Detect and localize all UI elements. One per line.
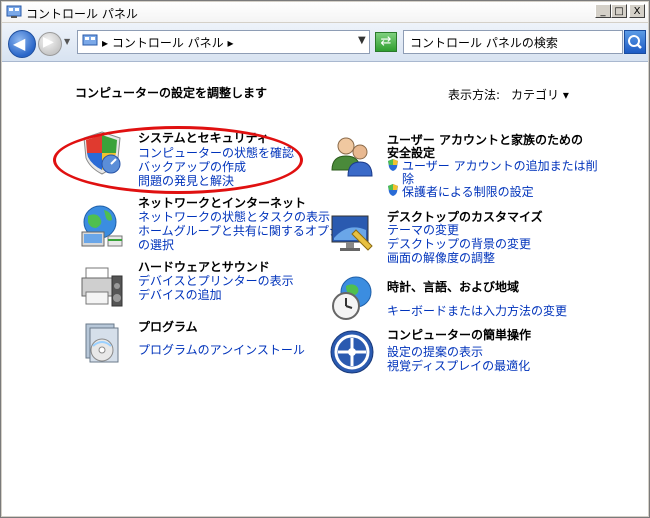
link-parental-controls[interactable]: 保護者による制限の設定: [402, 183, 534, 200]
minimize-button[interactable]: _: [595, 4, 611, 18]
search-placeholder: コントロール パネルの検索: [410, 36, 558, 50]
refresh-button[interactable]: ⇄: [375, 32, 397, 52]
desktop-customize-icon: [331, 215, 373, 251]
category-title-programs[interactable]: プログラム: [138, 318, 198, 335]
back-button[interactable]: ◀: [8, 30, 36, 58]
uac-shield-icon: [388, 184, 398, 196]
category-title-clock[interactable]: 時計、言語、および地域: [387, 278, 519, 295]
programs-icon: [85, 323, 119, 363]
category-title-ease-of-access[interactable]: コンピューターの簡単操作: [387, 326, 531, 343]
search-button[interactable]: [624, 30, 646, 54]
link-uninstall[interactable]: プログラムのアンインストール: [138, 341, 305, 358]
link-add-device[interactable]: デバイスの追加: [138, 286, 222, 303]
address-dropdown-icon[interactable]: ▼: [358, 35, 366, 46]
navigation-bar: ◀ ▶ ▼ ▸ コントロール パネル ▸ ▼ ⇄ コントロール パネルの検索: [2, 23, 648, 62]
maximize-button[interactable]: □: [611, 4, 627, 18]
window-title: コントロール パネル: [26, 7, 138, 21]
title-bar[interactable]: コントロール パネル _ □ X: [2, 2, 648, 22]
search-input[interactable]: コントロール パネルの検索: [403, 30, 623, 54]
link-optimize-display[interactable]: 視覚ディスプレイの最適化: [387, 357, 530, 374]
history-dropdown-icon[interactable]: ▼: [64, 37, 70, 46]
forward-arrow-icon: ▶: [43, 34, 54, 50]
printer-icon: [81, 267, 123, 307]
uac-shield-icon: [388, 159, 398, 171]
control-panel-icon: [6, 5, 22, 18]
network-globe-icon: [81, 205, 123, 247]
users-icon: [331, 137, 373, 177]
close-button[interactable]: X: [629, 4, 645, 18]
search-icon: [628, 35, 642, 49]
control-panel-window: コントロール パネル _ □ X ◀ ▶ ▼ ▸ コントロール パネル ▸ ▼ …: [0, 0, 650, 518]
link-homegroup-cont[interactable]: の選択: [138, 236, 174, 253]
view-by-label: 表示方法:: [448, 88, 501, 102]
link-add-remove-accounts[interactable]: ユーザー アカウントの追加または削: [402, 157, 598, 174]
clock-globe-icon: [332, 276, 372, 320]
control-panel-icon: [82, 34, 98, 46]
content-pane: コンピューターの設定を調整します 表示方法: カテゴリ ▾ システムとセキュリテ…: [2, 62, 648, 516]
view-by-dropdown[interactable]: カテゴリ ▾: [511, 86, 569, 103]
breadcrumb[interactable]: ▸ コントロール パネル ▸: [102, 34, 234, 51]
ease-of-access-icon: [330, 330, 374, 374]
back-arrow-icon: ◀: [13, 34, 26, 53]
link-adjust-resolution[interactable]: 画面の解像度の調整: [387, 249, 495, 266]
address-bar[interactable]: ▸ コントロール パネル ▸ ▼: [77, 30, 370, 54]
highlight-annotation: [53, 126, 303, 194]
link-keyboard-input[interactable]: キーボードまたは入力方法の変更: [387, 302, 567, 319]
page-title: コンピューターの設定を調整します: [75, 86, 268, 100]
forward-button[interactable]: ▶: [38, 32, 62, 56]
